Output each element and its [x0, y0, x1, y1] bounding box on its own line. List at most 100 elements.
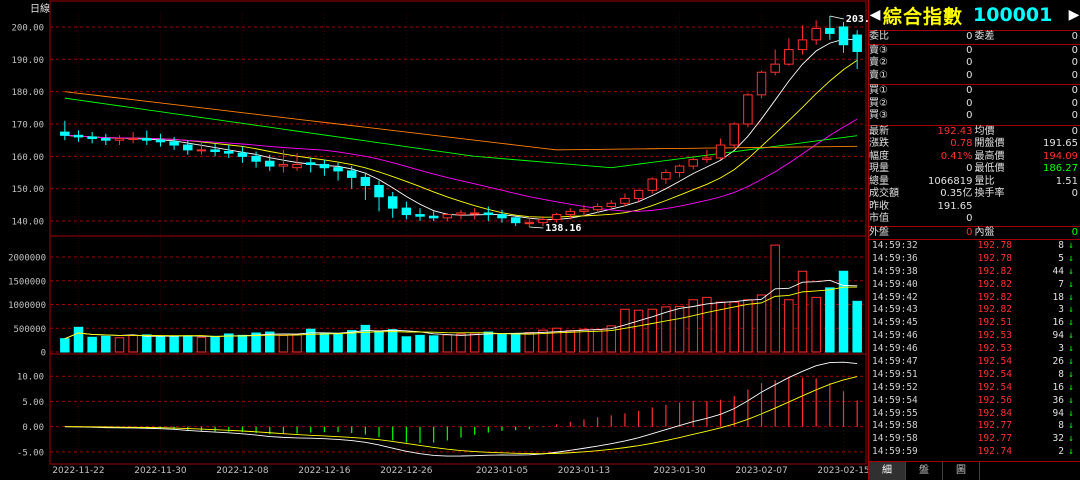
date-tick-label: 2022-11-22 — [52, 466, 104, 476]
down-arrow-icon: ↓ — [1068, 343, 1074, 355]
stat-label: 現量 — [869, 163, 889, 174]
price-tick-label: 180.00 — [11, 88, 44, 98]
tick-price: 192.51 — [977, 317, 1012, 329]
tick-time: 14:59:58 — [872, 420, 918, 432]
kline-chart[interactable]: 日線 200.00 190.00 180.00 170.00 160.00 150.00 14… — [0, 0, 868, 480]
candle-body — [715, 144, 726, 159]
candle-body — [101, 138, 111, 141]
tick-price: 192.54 — [977, 381, 1012, 393]
price-tick-label: 200.00 — [11, 23, 44, 33]
tick-price: 192.74 — [977, 446, 1012, 458]
tick-row: 14:59:51 192.54 8 ↓ — [869, 369, 1080, 382]
stat-row: 現量 0 最低價 186.27 — [869, 163, 1080, 176]
tab-0[interactable]: 細 — [869, 462, 906, 480]
tick-time: 14:59:58 — [872, 433, 918, 445]
half: 委比 0 — [869, 31, 975, 44]
tick-price: 192.77 — [977, 433, 1012, 445]
stat-label: 漲跌 — [869, 138, 889, 149]
next-symbol-arrow-icon[interactable]: ▶ — [1068, 7, 1080, 23]
volume-bar — [237, 334, 248, 353]
tick-row: 14:59:43 192.82 3 ↓ — [869, 304, 1080, 317]
candle-body — [196, 149, 207, 152]
level-price: 0 — [966, 69, 973, 81]
level-label: 買③ — [869, 110, 888, 121]
half: 換手率 0 — [975, 188, 1080, 201]
period-label: 日線 — [30, 2, 50, 15]
half: 漲跌 0.78 — [869, 138, 975, 151]
level-volume: 0 — [1071, 44, 1078, 56]
volume-bar — [633, 309, 644, 353]
stat-value — [975, 213, 1080, 226]
tick-time: 14:59:46 — [872, 343, 918, 355]
tick-time: 14:59:46 — [872, 330, 918, 342]
half: 量比 1.51 — [975, 176, 1080, 189]
extreme-pointer — [529, 226, 544, 229]
volume-bar — [292, 333, 302, 353]
candle-body — [305, 162, 316, 165]
down-arrow-icon: ↓ — [1068, 330, 1074, 342]
tick-row: 14:59:42 192.82 18 ↓ — [869, 292, 1080, 305]
tick-row: 14:59:38 192.82 44 ↓ — [869, 266, 1080, 279]
tick-time: 14:59:42 — [872, 291, 918, 303]
order-level-row: 賣③ 0 0 — [869, 45, 1080, 58]
candle-body — [292, 163, 302, 169]
candle-body — [606, 202, 617, 208]
half: 內盤 0 — [975, 227, 1080, 240]
tick-volume: 26 — [1052, 356, 1064, 368]
half: 最新 192.43 — [869, 126, 975, 139]
volume-bar — [114, 337, 125, 353]
extreme-pointer — [829, 15, 844, 20]
candle-body — [647, 178, 657, 191]
period-low-label: 138.16 — [545, 223, 581, 234]
volume-bar — [183, 335, 193, 353]
tick-row: 14:59:32 192.78 8 ↓ — [869, 240, 1080, 253]
volume-bar — [401, 336, 412, 353]
candle-body — [224, 151, 234, 154]
volume-bar — [333, 333, 343, 353]
quote-tabs: 細盤圖 — [869, 461, 1080, 480]
macd-tick-label: -5.00 — [17, 448, 44, 458]
stat-label: 開盤價 — [974, 138, 1005, 149]
candle-body — [265, 160, 275, 167]
tab-2[interactable]: 圖 — [943, 462, 980, 480]
volume-bar — [73, 326, 84, 353]
half — [975, 213, 1080, 226]
candle-body — [387, 196, 398, 209]
quote-header: ◀ 綜合指數 100001 ▶ — [869, 0, 1080, 31]
half: 最高價 194.09 — [975, 151, 1080, 164]
half: 開盤價 191.65 — [975, 138, 1080, 151]
tick-volume: 7 — [1058, 278, 1064, 290]
stat-value: 191.65 — [937, 200, 973, 212]
prev-symbol-arrow-icon[interactable]: ◀ — [869, 7, 881, 23]
candle-body — [346, 170, 357, 178]
date-tick-label: 2022-12-16 — [298, 466, 351, 476]
down-arrow-icon: ↓ — [1068, 394, 1074, 406]
period-high-label: 203.38 — [846, 14, 868, 25]
candle-body — [784, 49, 794, 65]
level-volume: 0 — [1071, 85, 1078, 96]
tick-list[interactable]: 14:59:32 192.78 8 ↓ 14:59:36 192.78 5 ↓ 14:59:38… — [869, 240, 1080, 459]
tick-row: 14:59:52 192.54 16 ↓ — [869, 382, 1080, 395]
volume-tick-label: 2000000 — [8, 254, 46, 264]
tick-volume: 8 — [1058, 240, 1064, 251]
tick-price: 192.54 — [977, 356, 1012, 368]
level-price: 0 — [966, 97, 973, 109]
volume-bar — [852, 300, 862, 353]
stat-row: 總量 1066819 量比 1.51 — [869, 176, 1080, 189]
volume-bar — [374, 331, 384, 353]
kline-chart-area[interactable]: 日線 200.00 190.00 180.00 170.00 160.00 150.00 14… — [0, 0, 868, 480]
tab-1[interactable]: 盤 — [906, 462, 943, 480]
tick-time: 14:59:47 — [872, 356, 918, 368]
down-arrow-icon: ↓ — [1068, 265, 1074, 277]
candle-body — [579, 209, 589, 212]
candle-body — [729, 123, 739, 146]
stat-value: 191.65 — [1043, 138, 1078, 149]
stat-label: 量比 — [974, 175, 995, 187]
outer-inner-volume: 外盤 0 內盤 0 — [869, 227, 1080, 240]
date-tick-label: 2022-11-30 — [134, 466, 187, 476]
stat-row: 幅度 0.41% 最高價 194.09 — [869, 151, 1080, 164]
stat-row: 市值 0 — [869, 213, 1080, 226]
volume-bar — [387, 329, 398, 353]
tick-time: 14:59:51 — [872, 368, 918, 380]
volume-bar — [592, 329, 603, 353]
